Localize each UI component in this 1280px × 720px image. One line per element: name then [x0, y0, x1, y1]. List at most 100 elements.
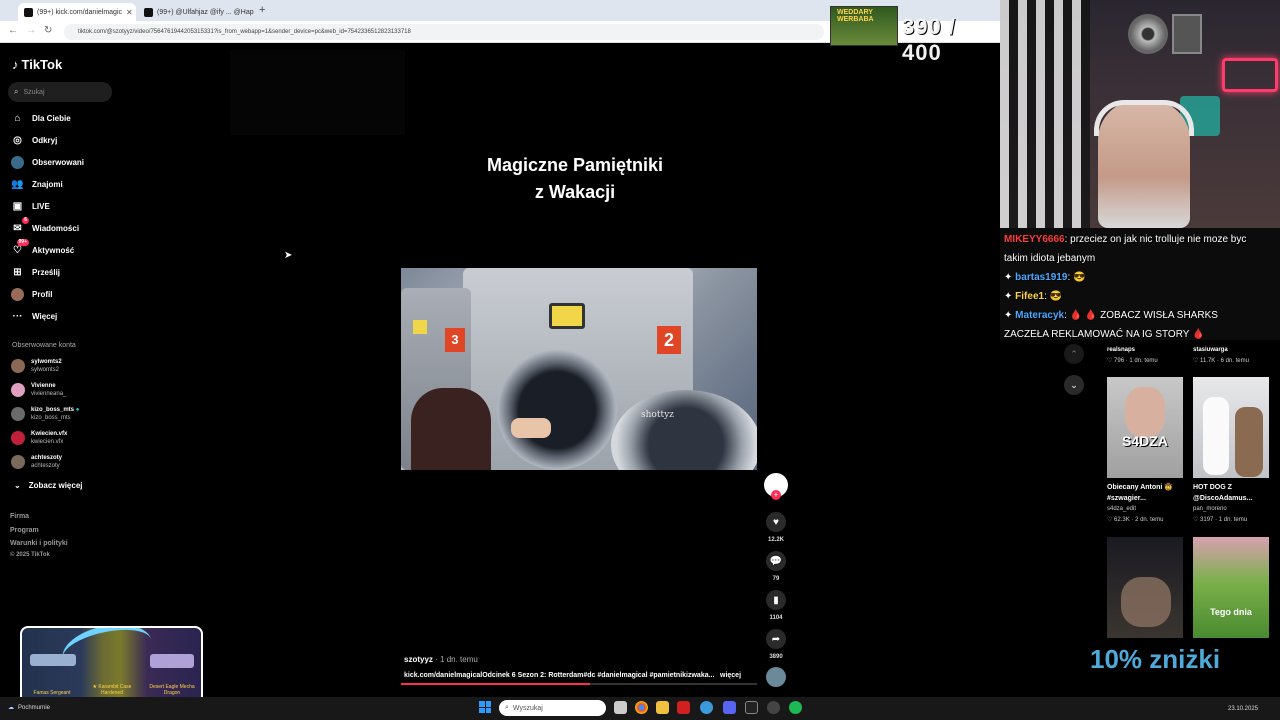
messages-badge: 6 [22, 216, 29, 224]
post-time: · 1 dn. temu [432, 655, 478, 664]
sidebar-item-friends[interactable]: 👥 Znajomi [11, 176, 62, 192]
chrome-icon[interactable] [635, 701, 648, 714]
feed-user[interactable]: s4dza_edit [1107, 506, 1136, 512]
feed-thumbnail[interactable]: S4DZA [1107, 377, 1183, 478]
webcam-feed [1000, 0, 1280, 228]
url-field[interactable]: tiktok.com/@szotyyz/video/75647619442053… [64, 24, 824, 40]
video-title: Magiczne Pamiętniki z Wakacji [440, 152, 710, 206]
feed-card-title[interactable]: HOT DOG Z @DiscoAdamus... [1193, 482, 1273, 504]
account-handle: achteszoty [31, 463, 60, 469]
account-name: achteszoty [31, 455, 63, 461]
taskbar-search[interactable]: ⌕ Wyszukaj [499, 700, 606, 716]
sidebar-item-for-you[interactable]: ⌂ Dla Ciebie [11, 110, 71, 126]
previous-video-button[interactable]: ⌃ [1064, 344, 1084, 364]
save-button[interactable]: ▮ [766, 590, 786, 610]
caption-more-button[interactable]: więcej [720, 672, 741, 679]
chat-text: : 🩸 🩸 ZOBACZ WISŁA SHARKS [1064, 310, 1218, 321]
chat-text: : 😎 [1067, 272, 1086, 283]
tab-close-icon[interactable]: ✕ [126, 8, 133, 17]
sidebar-item-following[interactable]: Obserwowani [11, 154, 84, 170]
feed-card-stats: ♡ 11.7K · 6 dn. temu [1193, 358, 1249, 364]
search-input[interactable]: ⌕ Szukaj [8, 82, 112, 102]
sidebar-item-label: Dla Ciebie [32, 113, 71, 123]
comment-button[interactable]: 💬 [766, 551, 786, 571]
forward-icon[interactable]: → [26, 25, 36, 36]
sidebar-item-label: Aktywność [32, 245, 75, 255]
followed-account[interactable]: Vivienne vivienneana_ [11, 382, 66, 398]
feed-time: 6 dn. temu [1220, 358, 1249, 364]
badge-icon: ✦ [1004, 310, 1016, 321]
video-caption: kick.com/danielmagicalOdcinek 6 Sezon 2:… [404, 672, 715, 679]
chevron-down-icon: ⌄ [14, 481, 21, 490]
sidebar-item-messages[interactable]: ✉ 6 Wiadomości [11, 216, 79, 236]
browser-tab-second[interactable]: (99+) @Ulfahjaz @ify ... @Hap ✕ [138, 3, 254, 21]
feed-user[interactable]: pan_moreno [1193, 506, 1227, 512]
followed-accounts-heading: Obserwowane konta [12, 342, 76, 349]
chat-text: ZACZEŁA REKLAMOWAĆ NA IG STORY 🩸 [1004, 329, 1205, 340]
stream-score-overlay: WEDDARY WERBABA 390 / 400 [830, 6, 1000, 65]
task-view-icon[interactable] [614, 701, 627, 714]
sidebar-item-live[interactable]: ▣ LIVE [11, 198, 50, 214]
discord-icon[interactable] [723, 701, 736, 714]
windows-taskbar: ☁ Pochmurnie ⌕ Wyszukaj 23.10.2025 [0, 697, 1280, 720]
avatar [11, 431, 25, 445]
feed-card-stats: ♡ 796 · 1 dn. temu [1107, 358, 1158, 364]
neon-sign [1222, 58, 1278, 92]
share-button[interactable]: ➦ [766, 629, 786, 649]
weather-widget[interactable]: ☁ Pochmurnie [8, 704, 50, 712]
feed-thumbnail[interactable] [1107, 537, 1183, 638]
machine-number-label: 2 [657, 326, 681, 354]
like-button[interactable]: ♥ [766, 512, 786, 532]
sidebar-item-more[interactable]: ··· Więcej [11, 308, 58, 324]
sidebar-item-label: Prześlij [32, 267, 61, 277]
sidebar-item-explore[interactable]: ◎ Odkryj [11, 132, 57, 148]
feed-card-meta: stasiuwarga [1193, 347, 1228, 353]
followed-account[interactable]: Kwiecien.vfx kwiecien.vfx [11, 430, 67, 446]
next-video-button[interactable]: ⌄ [1064, 375, 1084, 395]
see-more-label: Zobacz więcej [28, 481, 83, 490]
copyright: © 2025 TikTok [10, 552, 50, 558]
video-progress-bar[interactable] [401, 683, 757, 685]
chat-username: Materacyk [1015, 310, 1065, 321]
video-author[interactable]: szotyyz · 1 dn. temu [404, 655, 478, 664]
home-icon: ⌂ [14, 112, 21, 124]
sidebar-item-activity[interactable]: ♡ 99+ Aktywność [11, 238, 75, 258]
reload-icon[interactable]: ↻ [44, 25, 52, 36]
steam-icon[interactable] [745, 701, 758, 714]
person-hand [511, 418, 551, 438]
new-tab-button[interactable]: + [259, 4, 265, 16]
feed-card-title[interactable]: Obiecany Antoni 🤠 #szwagier... [1107, 482, 1187, 504]
followed-account[interactable]: sylwomts2 sylwomts2 [11, 358, 62, 374]
sidebar-item-label: Więcej [32, 311, 58, 321]
start-button[interactable] [479, 701, 491, 713]
feed-thumbnail[interactable] [1193, 377, 1269, 478]
back-icon[interactable]: ← [8, 25, 18, 36]
machine-display [549, 303, 585, 329]
promo-overlay: 10% zniżki [1090, 644, 1221, 674]
footer-link-company[interactable]: Firma [10, 513, 29, 520]
file-explorer-icon[interactable] [656, 701, 669, 714]
feed-likes: 11.7K [1200, 358, 1216, 364]
footer-link-program[interactable]: Program [10, 527, 39, 534]
spotify-icon[interactable] [789, 701, 802, 714]
followed-account[interactable]: kizo_boss_mts ● kizo_boss_mts [11, 406, 79, 422]
person-hair [411, 388, 491, 470]
obs-icon[interactable] [767, 701, 780, 714]
browser-tab-kick[interactable]: (99+) kick.com/danielmagic ✕ [18, 3, 136, 21]
app-icon[interactable] [677, 701, 690, 714]
tiktok-logo[interactable]: ♪ TikTok [12, 57, 62, 72]
follow-plus-icon[interactable]: + [771, 490, 781, 500]
feed-card-meta: realsnaps [1107, 347, 1135, 353]
feed-thumbnail[interactable]: Tego dnia [1193, 537, 1269, 638]
footer-link-terms[interactable]: Warunki i polityki [10, 540, 68, 547]
followed-account[interactable]: achteszoty achteszoty [11, 454, 62, 470]
chat-text: takim idiota jebanym [1004, 253, 1096, 264]
sidebar-item-upload[interactable]: ⊞ Prześlij [11, 264, 60, 280]
music-disc-icon[interactable] [766, 667, 786, 687]
video-player[interactable]: 2 3 shottyz [401, 268, 757, 470]
sidebar-item-profile[interactable]: Profil [11, 286, 52, 302]
browser-icon[interactable] [700, 701, 713, 714]
cloud-icon: ☁ [8, 705, 14, 711]
skin-drop-overlay: Famas Sergeant ★ Karambit Case Hardened … [20, 626, 203, 704]
see-more-button[interactable]: ⌄ Zobacz więcej [14, 481, 83, 490]
